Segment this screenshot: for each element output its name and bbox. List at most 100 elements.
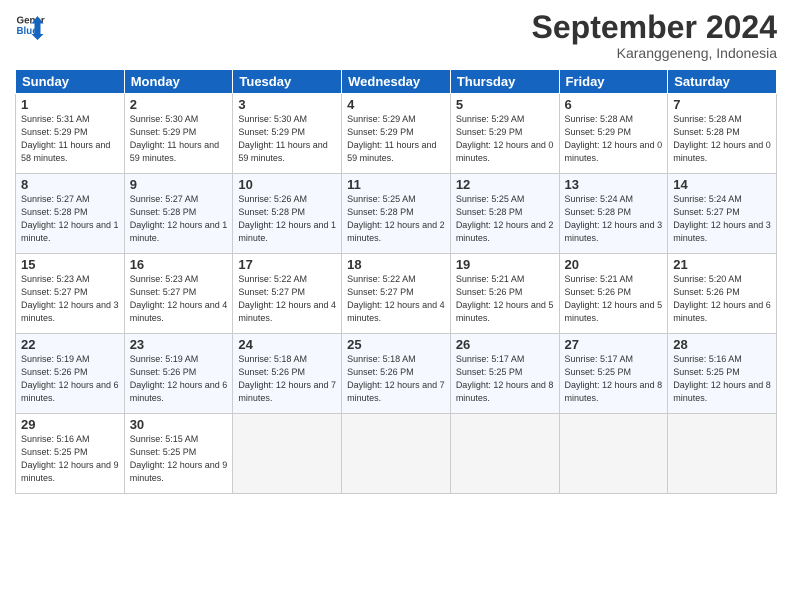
day-number: 2 <box>130 97 228 112</box>
day-number: 25 <box>347 337 445 352</box>
calendar-cell: 2Sunrise: 5:30 AM Sunset: 5:29 PM Daylig… <box>124 94 233 174</box>
location: Karanggeneng, Indonesia <box>532 45 777 61</box>
calendar-cell: 27Sunrise: 5:17 AM Sunset: 5:25 PM Dayli… <box>559 334 668 414</box>
day-number: 17 <box>238 257 336 272</box>
day-detail: Sunrise: 5:30 AM Sunset: 5:29 PM Dayligh… <box>238 113 336 165</box>
day-number: 14 <box>673 177 771 192</box>
header: General Blue September 2024 Karanggeneng… <box>15 10 777 61</box>
day-number: 24 <box>238 337 336 352</box>
calendar-cell <box>668 414 777 494</box>
calendar-week-row: 22Sunrise: 5:19 AM Sunset: 5:26 PM Dayli… <box>16 334 777 414</box>
day-detail: Sunrise: 5:28 AM Sunset: 5:29 PM Dayligh… <box>565 113 663 165</box>
day-number: 11 <box>347 177 445 192</box>
day-number: 3 <box>238 97 336 112</box>
day-detail: Sunrise: 5:28 AM Sunset: 5:28 PM Dayligh… <box>673 113 771 165</box>
weekday-header: Tuesday <box>233 70 342 94</box>
day-number: 8 <box>21 177 119 192</box>
day-number: 22 <box>21 337 119 352</box>
calendar-cell: 16Sunrise: 5:23 AM Sunset: 5:27 PM Dayli… <box>124 254 233 334</box>
day-number: 21 <box>673 257 771 272</box>
day-detail: Sunrise: 5:30 AM Sunset: 5:29 PM Dayligh… <box>130 113 228 165</box>
calendar-cell: 13Sunrise: 5:24 AM Sunset: 5:28 PM Dayli… <box>559 174 668 254</box>
day-number: 26 <box>456 337 554 352</box>
calendar-cell: 29Sunrise: 5:16 AM Sunset: 5:25 PM Dayli… <box>16 414 125 494</box>
calendar-cell: 10Sunrise: 5:26 AM Sunset: 5:28 PM Dayli… <box>233 174 342 254</box>
day-number: 12 <box>456 177 554 192</box>
calendar-cell: 22Sunrise: 5:19 AM Sunset: 5:26 PM Dayli… <box>16 334 125 414</box>
day-detail: Sunrise: 5:17 AM Sunset: 5:25 PM Dayligh… <box>565 353 663 405</box>
day-number: 20 <box>565 257 663 272</box>
day-number: 6 <box>565 97 663 112</box>
calendar-cell: 11Sunrise: 5:25 AM Sunset: 5:28 PM Dayli… <box>342 174 451 254</box>
day-detail: Sunrise: 5:26 AM Sunset: 5:28 PM Dayligh… <box>238 193 336 245</box>
calendar-cell: 4Sunrise: 5:29 AM Sunset: 5:29 PM Daylig… <box>342 94 451 174</box>
day-detail: Sunrise: 5:29 AM Sunset: 5:29 PM Dayligh… <box>347 113 445 165</box>
day-number: 16 <box>130 257 228 272</box>
calendar-cell: 3Sunrise: 5:30 AM Sunset: 5:29 PM Daylig… <box>233 94 342 174</box>
day-number: 10 <box>238 177 336 192</box>
weekday-header: Sunday <box>16 70 125 94</box>
page: General Blue September 2024 Karanggeneng… <box>0 0 792 612</box>
day-detail: Sunrise: 5:24 AM Sunset: 5:27 PM Dayligh… <box>673 193 771 245</box>
day-detail: Sunrise: 5:27 AM Sunset: 5:28 PM Dayligh… <box>21 193 119 245</box>
calendar-cell: 25Sunrise: 5:18 AM Sunset: 5:26 PM Dayli… <box>342 334 451 414</box>
day-detail: Sunrise: 5:16 AM Sunset: 5:25 PM Dayligh… <box>21 433 119 485</box>
calendar-cell: 15Sunrise: 5:23 AM Sunset: 5:27 PM Dayli… <box>16 254 125 334</box>
day-number: 4 <box>347 97 445 112</box>
day-detail: Sunrise: 5:15 AM Sunset: 5:25 PM Dayligh… <box>130 433 228 485</box>
calendar-cell <box>450 414 559 494</box>
weekday-header: Friday <box>559 70 668 94</box>
day-number: 7 <box>673 97 771 112</box>
day-number: 28 <box>673 337 771 352</box>
day-detail: Sunrise: 5:18 AM Sunset: 5:26 PM Dayligh… <box>347 353 445 405</box>
calendar-cell: 18Sunrise: 5:22 AM Sunset: 5:27 PM Dayli… <box>342 254 451 334</box>
day-detail: Sunrise: 5:31 AM Sunset: 5:29 PM Dayligh… <box>21 113 119 165</box>
calendar-cell: 19Sunrise: 5:21 AM Sunset: 5:26 PM Dayli… <box>450 254 559 334</box>
calendar-week-row: 15Sunrise: 5:23 AM Sunset: 5:27 PM Dayli… <box>16 254 777 334</box>
calendar-cell: 30Sunrise: 5:15 AM Sunset: 5:25 PM Dayli… <box>124 414 233 494</box>
calendar-cell: 14Sunrise: 5:24 AM Sunset: 5:27 PM Dayli… <box>668 174 777 254</box>
calendar-cell <box>559 414 668 494</box>
calendar-cell: 7Sunrise: 5:28 AM Sunset: 5:28 PM Daylig… <box>668 94 777 174</box>
calendar-week-row: 29Sunrise: 5:16 AM Sunset: 5:25 PM Dayli… <box>16 414 777 494</box>
calendar-cell: 24Sunrise: 5:18 AM Sunset: 5:26 PM Dayli… <box>233 334 342 414</box>
day-number: 23 <box>130 337 228 352</box>
calendar-cell: 12Sunrise: 5:25 AM Sunset: 5:28 PM Dayli… <box>450 174 559 254</box>
day-detail: Sunrise: 5:17 AM Sunset: 5:25 PM Dayligh… <box>456 353 554 405</box>
calendar-cell: 20Sunrise: 5:21 AM Sunset: 5:26 PM Dayli… <box>559 254 668 334</box>
calendar-cell: 21Sunrise: 5:20 AM Sunset: 5:26 PM Dayli… <box>668 254 777 334</box>
calendar-cell: 17Sunrise: 5:22 AM Sunset: 5:27 PM Dayli… <box>233 254 342 334</box>
day-detail: Sunrise: 5:23 AM Sunset: 5:27 PM Dayligh… <box>130 273 228 325</box>
day-detail: Sunrise: 5:19 AM Sunset: 5:26 PM Dayligh… <box>21 353 119 405</box>
day-detail: Sunrise: 5:23 AM Sunset: 5:27 PM Dayligh… <box>21 273 119 325</box>
day-number: 13 <box>565 177 663 192</box>
calendar-cell: 28Sunrise: 5:16 AM Sunset: 5:25 PM Dayli… <box>668 334 777 414</box>
calendar-cell: 6Sunrise: 5:28 AM Sunset: 5:29 PM Daylig… <box>559 94 668 174</box>
day-detail: Sunrise: 5:19 AM Sunset: 5:26 PM Dayligh… <box>130 353 228 405</box>
calendar-cell: 26Sunrise: 5:17 AM Sunset: 5:25 PM Dayli… <box>450 334 559 414</box>
day-detail: Sunrise: 5:25 AM Sunset: 5:28 PM Dayligh… <box>456 193 554 245</box>
day-detail: Sunrise: 5:27 AM Sunset: 5:28 PM Dayligh… <box>130 193 228 245</box>
day-number: 15 <box>21 257 119 272</box>
title-block: September 2024 Karanggeneng, Indonesia <box>532 10 777 61</box>
weekday-header: Saturday <box>668 70 777 94</box>
day-number: 5 <box>456 97 554 112</box>
day-detail: Sunrise: 5:16 AM Sunset: 5:25 PM Dayligh… <box>673 353 771 405</box>
day-number: 30 <box>130 417 228 432</box>
day-number: 1 <box>21 97 119 112</box>
day-detail: Sunrise: 5:25 AM Sunset: 5:28 PM Dayligh… <box>347 193 445 245</box>
weekday-header: Thursday <box>450 70 559 94</box>
day-number: 27 <box>565 337 663 352</box>
calendar-table: SundayMondayTuesdayWednesdayThursdayFrid… <box>15 69 777 494</box>
logo-icon: General Blue <box>15 10 45 40</box>
weekday-header: Monday <box>124 70 233 94</box>
calendar-week-row: 8Sunrise: 5:27 AM Sunset: 5:28 PM Daylig… <box>16 174 777 254</box>
calendar-cell <box>233 414 342 494</box>
logo: General Blue <box>15 10 45 40</box>
day-number: 19 <box>456 257 554 272</box>
calendar-cell: 23Sunrise: 5:19 AM Sunset: 5:26 PM Dayli… <box>124 334 233 414</box>
calendar-cell: 8Sunrise: 5:27 AM Sunset: 5:28 PM Daylig… <box>16 174 125 254</box>
calendar-week-row: 1Sunrise: 5:31 AM Sunset: 5:29 PM Daylig… <box>16 94 777 174</box>
day-detail: Sunrise: 5:22 AM Sunset: 5:27 PM Dayligh… <box>238 273 336 325</box>
day-number: 29 <box>21 417 119 432</box>
